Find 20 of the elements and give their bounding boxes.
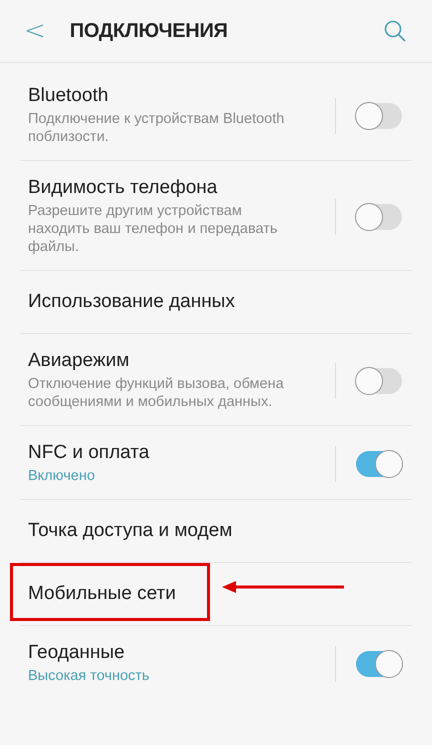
setting-description: Подключение к устройствам Bluetooth поблизости. [28, 110, 286, 146]
setting-title[interactable]: Мобильные сети [28, 583, 382, 605]
setting-title[interactable]: Использование данных [28, 291, 382, 313]
setting-title[interactable]: NFC и оплата [28, 442, 305, 464]
setting-title[interactable]: Точка доступа и модем [28, 520, 382, 542]
search-icon[interactable] [384, 20, 406, 42]
setting-description: Отключение функций вызова, обмена сообщениями и мобильных данных. [28, 375, 285, 411]
setting-title[interactable]: Видимость телефона [28, 177, 305, 199]
toggle-switch[interactable] [356, 450, 402, 476]
setting-status: Включено [28, 467, 96, 485]
setting-status: Высокая точность [28, 667, 150, 685]
toggle-switch[interactable] [356, 102, 402, 128]
toggle-switch[interactable] [356, 204, 402, 230]
toggle-switch[interactable] [356, 368, 402, 394]
setting-title[interactable]: Авиарежим [28, 350, 305, 372]
setting-title[interactable]: Bluetooth [28, 85, 305, 107]
toggle-switch[interactable] [356, 650, 402, 676]
screen-title: ПОДКЛЮЧЕНИЯ [70, 20, 229, 42]
setting-description: Разрешите другим устройствам находить ваш телефон и передавать файлы. [28, 202, 278, 256]
setting-title[interactable]: Геоданные [28, 642, 305, 664]
